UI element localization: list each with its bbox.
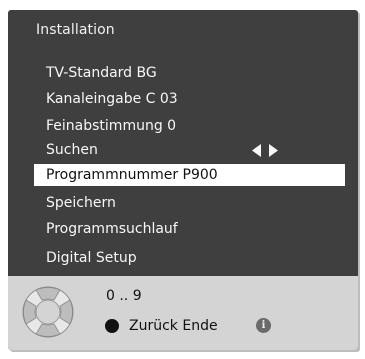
menu-item-suchen[interactable]: Suchen	[34, 139, 345, 161]
menu-item-speichern[interactable]: Speichern	[34, 192, 345, 214]
menu-item-label: Speichern	[46, 195, 116, 211]
info-icon: i	[256, 318, 271, 333]
menu-item-kanaleingabe[interactable]: Kanaleingabe C 03	[34, 88, 345, 110]
help-panel: 0 .. 9 Zurück Ende i	[8, 276, 358, 350]
menu-item-feinabstimmung[interactable]: Feinabstimmung 0	[34, 115, 345, 137]
menu-item-label: Programmnummer P900	[46, 167, 218, 183]
menu-item-label: Kanaleingabe C 03	[46, 91, 178, 107]
menu-item-label: Digital Setup	[46, 250, 137, 266]
menu-item-tv-standard[interactable]: TV-Standard BG	[34, 62, 345, 84]
digit-keys-hint: 0 .. 9	[106, 288, 142, 304]
back-exit-label: Zurück Ende	[129, 318, 218, 334]
menu-item-label: Feinabstimmung 0	[46, 118, 177, 134]
arrow-right-icon[interactable]	[268, 143, 278, 157]
search-arrows	[252, 139, 278, 161]
arrow-left-icon[interactable]	[252, 143, 262, 157]
menu-item-programmsuchlauf[interactable]: Programmsuchlauf	[34, 218, 345, 240]
menu-item-programmnummer[interactable]: Programmnummer P900	[34, 164, 345, 186]
menu-item-label: Suchen	[46, 142, 98, 158]
menu-item-label: TV-Standard BG	[46, 65, 157, 81]
remote-navigation-pad-icon	[22, 286, 74, 338]
menu-item-label: Programmsuchlauf	[46, 221, 178, 237]
back-exit-hint: Zurück Ende	[105, 316, 218, 336]
menu-title: Installation	[36, 22, 115, 38]
installation-osd: Installation TV-Standard BG Kanaleingabe…	[8, 10, 358, 350]
back-button-icon	[105, 319, 119, 333]
menu-item-digital-setup[interactable]: Digital Setup	[34, 247, 345, 269]
